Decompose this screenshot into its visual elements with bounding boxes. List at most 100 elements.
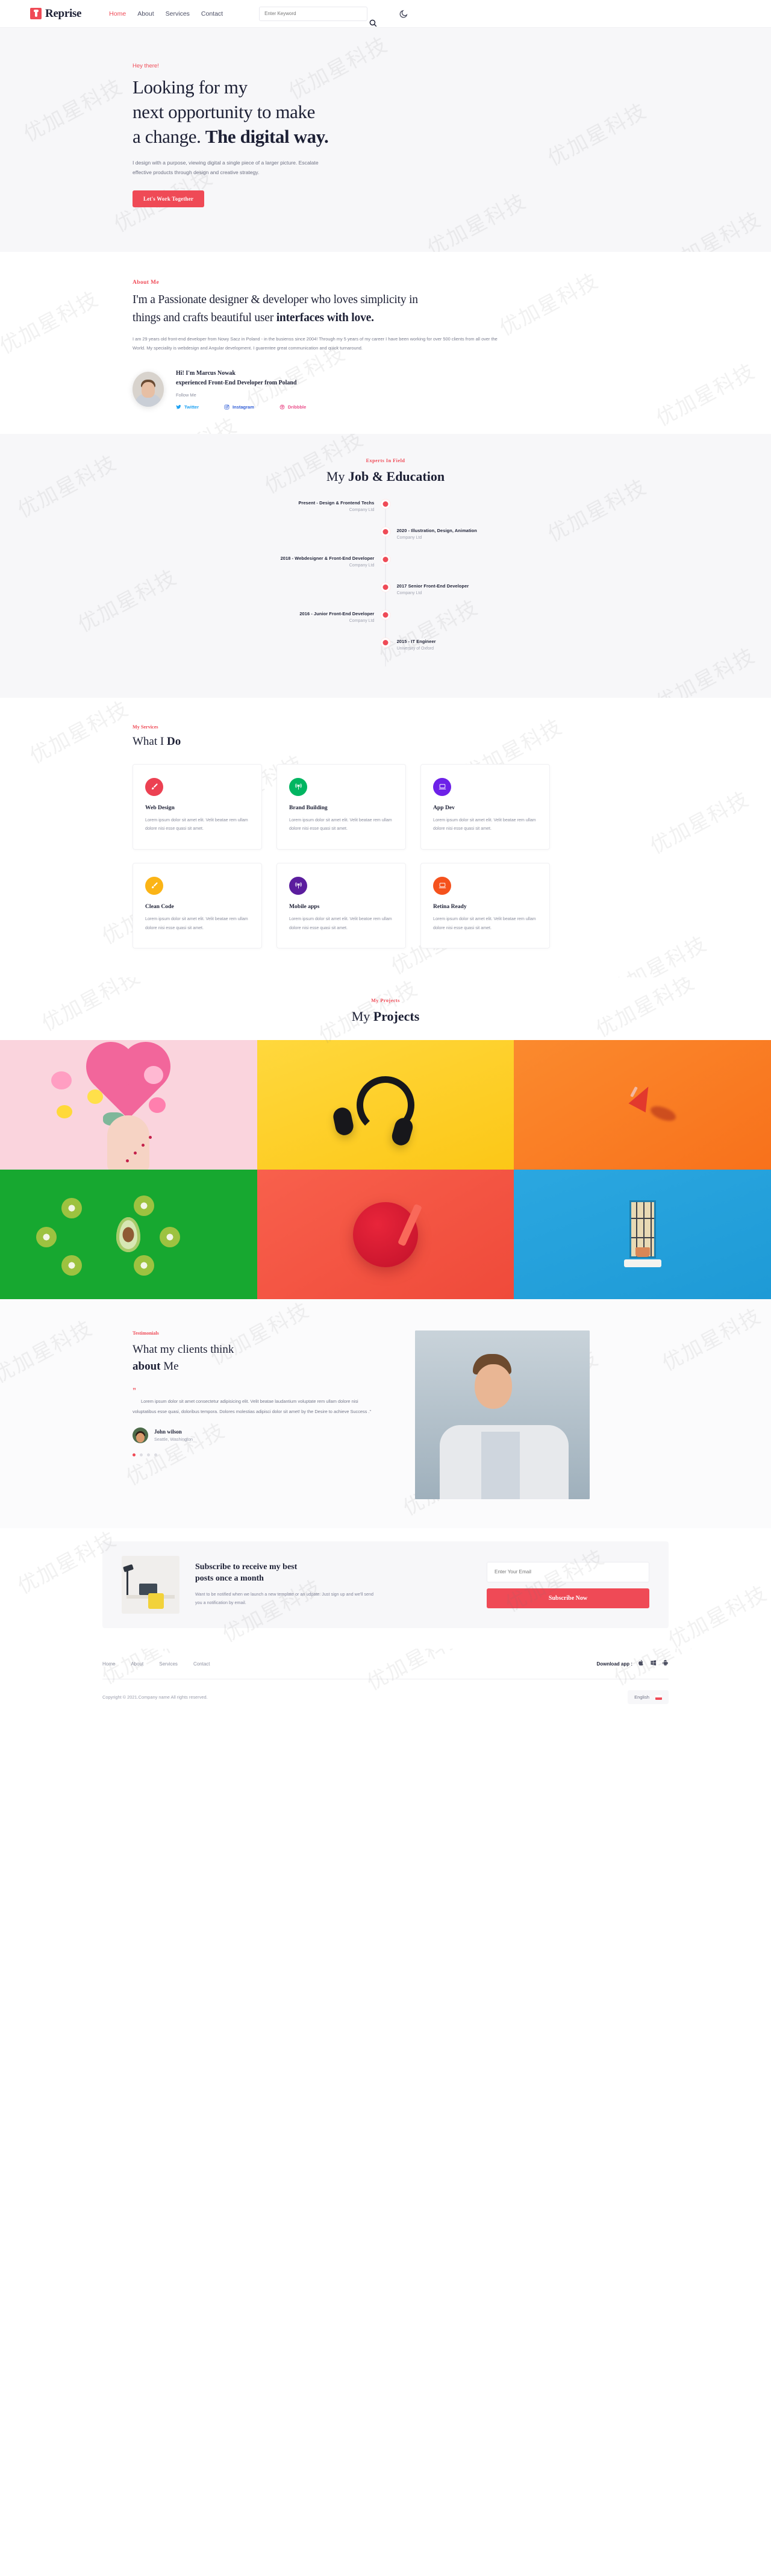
hero-description: I design with a purpose, viewing digital… xyxy=(133,159,319,175)
about-person: Hi! I'm Marcus Nowak experienced Front-E… xyxy=(133,369,741,410)
laptop-icon xyxy=(433,876,451,895)
nav-item-home[interactable]: Home xyxy=(109,10,126,17)
timeline-org: Company Ltd xyxy=(396,591,422,595)
projects-title-normal: My xyxy=(351,1009,373,1024)
projects-grid xyxy=(0,1040,771,1300)
nav-item-contact[interactable]: Contact xyxy=(201,10,223,17)
project-tile-black-headphones[interactable] xyxy=(257,1040,514,1170)
social-link-dribbble[interactable]: Dribbble xyxy=(279,404,306,410)
windows-icon[interactable] xyxy=(650,1658,657,1669)
social-links: Twitter Instagram Dribbble xyxy=(176,404,306,410)
service-card[interactable]: Clean Code Lorem ipsum dolor sit amet el… xyxy=(133,862,262,949)
project-tile-blue-wall-window[interactable] xyxy=(514,1170,771,1300)
about-section: 优加星科技 优加星科技 优加星科技 优加星科技 优加星科技 About Me I… xyxy=(0,252,771,434)
service-text: Lorem ipsum dolor sit amet elit. Velit b… xyxy=(289,817,392,832)
testimonials-section: 优加星科技 优加星科技 优加星科技 优加星科技 优加星科技 优加星科技 Test… xyxy=(0,1299,771,1529)
dribbble-icon xyxy=(279,404,285,410)
person-name-line-2: experienced Front-End Developer from Pol… xyxy=(176,380,297,387)
service-text: Lorem ipsum dolor sit amet elit. Velit b… xyxy=(433,916,536,930)
projects-title: My Projects xyxy=(30,1009,741,1024)
testimonial-author-location: Seattle, Washington xyxy=(154,1437,193,1443)
timeline-item: Present - Design & Frontend Techs Compan… xyxy=(199,500,572,528)
subscribe-now-button[interactable]: Subscribe Now xyxy=(487,1588,649,1608)
person-name: Hi! I'm Marcus Nowak experienced Front-E… xyxy=(176,369,306,389)
social-link-twitter[interactable]: Twitter xyxy=(176,404,199,410)
nav-item-about[interactable]: About xyxy=(137,10,154,17)
nav-item-services[interactable]: Services xyxy=(166,10,190,17)
footer-nav-item-home[interactable]: Home xyxy=(102,1661,115,1667)
carousel-dot[interactable] xyxy=(147,1453,150,1457)
timeline-role: 2017 Senior Front-End Developer xyxy=(396,583,469,589)
moon-icon[interactable] xyxy=(399,9,408,19)
hero-title: Looking for my next opportunity to make … xyxy=(133,75,741,149)
footer-nav-item-contact[interactable]: Contact xyxy=(193,1661,210,1667)
services-title-normal: What I xyxy=(133,735,167,748)
email-field[interactable] xyxy=(487,1561,649,1582)
hero-title-line-1: Looking for my xyxy=(133,77,248,98)
timeline-org: Company Ltd xyxy=(349,563,375,568)
footer-nav-item-services[interactable]: Services xyxy=(159,1661,178,1667)
projects-section: 优加星科技 优加星科技 优加星科技 My Projects My Project… xyxy=(0,977,771,1300)
resume-title-normal: My xyxy=(326,468,348,484)
service-title: Mobile apps xyxy=(289,903,320,910)
workspace-photo xyxy=(122,1556,179,1614)
lets-work-together-button[interactable]: Let's Work Together xyxy=(133,190,205,208)
copyright-text: Copyright © 2021.Company name All rights… xyxy=(102,1694,208,1700)
social-link-instagram[interactable]: Instagram xyxy=(224,404,254,410)
service-card[interactable]: Retina Ready Lorem ipsum dolor sit amet … xyxy=(420,862,550,949)
services-section: 优加星科技 优加星科技 优加星科技 优加星科技 优加星科技 优加星科技 优加星科… xyxy=(0,697,771,978)
twitter-icon xyxy=(176,404,181,409)
timeline-dot-icon xyxy=(382,612,389,618)
testimonials-title: What my clients think about Me xyxy=(133,1341,382,1374)
brush-icon xyxy=(145,876,163,895)
footer-nav: Home About Services Contact xyxy=(102,1661,210,1667)
hero-title-line-3a: a change. xyxy=(133,126,205,148)
service-card[interactable]: Mobile apps Lorem ipsum dolor sit amet e… xyxy=(276,862,406,949)
project-tile-red-megaphone[interactable] xyxy=(514,1040,771,1170)
about-eyebrow: About Me xyxy=(133,280,160,286)
android-icon[interactable] xyxy=(662,1658,669,1669)
about-title: I'm a Passionate designer & developer wh… xyxy=(133,291,422,327)
broadcast-icon xyxy=(289,876,307,895)
footer-nav-item-about[interactable]: About xyxy=(131,1661,143,1667)
service-card[interactable]: Web Design Lorem ipsum dolor sit amet el… xyxy=(133,763,262,850)
service-title: Clean Code xyxy=(145,903,174,910)
timeline-dot-icon xyxy=(382,639,389,645)
about-title-bold: interfaces with love. xyxy=(276,311,374,324)
timeline-org: Company Ltd xyxy=(349,507,375,512)
timeline-item: 2020 - Illustration, Design, Animation C… xyxy=(199,528,572,556)
resume-eyebrow: Experts In Field xyxy=(366,457,405,463)
timeline: Present - Design & Frontend Techs Compan… xyxy=(199,500,572,666)
avatar xyxy=(133,1427,148,1444)
carousel-dot[interactable] xyxy=(154,1453,157,1457)
projects-heading: My Projects My Projects xyxy=(30,998,741,1024)
project-tile-red-smoothie-bowl[interactable] xyxy=(257,1170,514,1300)
resume-section: 优加星科技 优加星科技 优加星科技 优加星科技 优加星科技 优加星科技 Expe… xyxy=(0,433,771,698)
resume-title: My Job & Education xyxy=(30,469,741,484)
language-selector[interactable]: English xyxy=(628,1690,669,1705)
download-app-label: Download app : xyxy=(596,1661,632,1667)
hero-title-line-3b: The digital way. xyxy=(205,126,329,148)
brand-logo[interactable]: Reprise xyxy=(30,7,81,20)
service-card[interactable]: App Dev Lorem ipsum dolor sit amet elit.… xyxy=(420,763,550,850)
download-app-group: Download app : xyxy=(596,1658,669,1669)
apple-icon[interactable] xyxy=(638,1658,645,1669)
search-input[interactable] xyxy=(259,6,368,21)
follow-me-label: Follow Me xyxy=(176,392,196,398)
carousel-dot[interactable] xyxy=(133,1453,136,1457)
project-tile-kiwi-avocado-flatlay[interactable] xyxy=(0,1170,257,1300)
site-footer: 优加星科技 优加星科技 优加星科技 Home About Services Co… xyxy=(0,1649,771,1720)
service-title: Brand Building xyxy=(289,804,328,811)
search-icon[interactable] xyxy=(369,19,377,27)
project-tile-flowers-heart-in-hands[interactable] xyxy=(0,1040,257,1170)
logo-mark-icon xyxy=(30,8,42,19)
timeline-item: 2015 - IT Engineer University of Oxford xyxy=(199,639,572,666)
subscribe-section: 优加星科技 优加星科技 优加星科技 优加星科技 Subscribe to rec… xyxy=(0,1528,771,1649)
carousel-dot[interactable] xyxy=(140,1453,143,1457)
service-text: Lorem ipsum dolor sit amet elit. Velit b… xyxy=(145,817,248,832)
social-label-instagram: Instagram xyxy=(233,404,254,410)
timeline-org: Company Ltd xyxy=(349,618,375,623)
testimonials-eyebrow: Testimonials xyxy=(133,1330,159,1337)
service-text: Lorem ipsum dolor sit amet elit. Velit b… xyxy=(433,817,536,832)
service-card[interactable]: Brand Building Lorem ipsum dolor sit ame… xyxy=(276,763,406,850)
